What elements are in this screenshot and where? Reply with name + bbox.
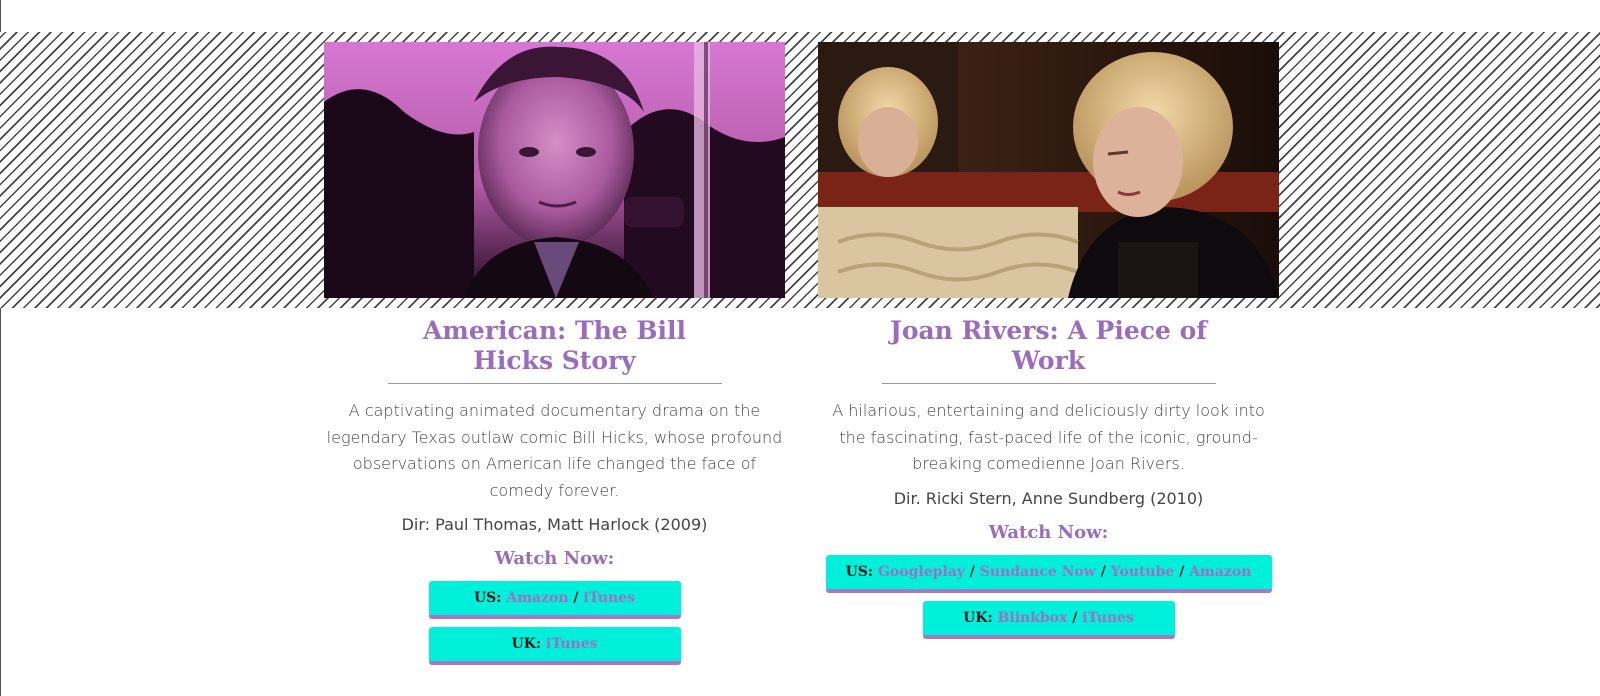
uk-label: UK: — [511, 636, 542, 652]
film-still-bill-hicks[interactable] — [324, 42, 785, 298]
sundance-now-link[interactable]: Sundance Now — [980, 564, 1096, 580]
film-description: A hilarious, entertaining and deliciousl… — [832, 401, 1265, 473]
us-label: US: — [473, 590, 502, 606]
itunes-link[interactable]: iTunes — [546, 636, 598, 652]
film-description: A captivating animated documentary drama… — [326, 401, 783, 500]
film-title[interactable]: Joan Rivers: A Piece of Work — [884, 316, 1214, 376]
film-still-joan-rivers[interactable] — [818, 42, 1279, 298]
link-separator: / — [573, 590, 579, 606]
film-card-joan-rivers: Joan Rivers: A Piece of Work A hilarious… — [818, 316, 1279, 647]
bill-hicks-still-image — [324, 42, 785, 298]
uk-streaming-links: UK: iTunes — [428, 627, 681, 665]
watch-now-heading: Watch Now: — [988, 521, 1109, 543]
watch-now-heading: Watch Now: — [494, 548, 615, 569]
us-label: US: — [845, 563, 874, 580]
us-streaming-links: US: Amazon / iTunes — [428, 581, 681, 619]
link-separator: / — [1179, 563, 1185, 580]
amazon-link[interactable]: Amazon — [506, 590, 568, 606]
film-director: Dir. Ricki Stern, Anne Sundberg (2010) — [893, 488, 1204, 508]
googleplay-link[interactable]: Googleplay — [878, 564, 965, 580]
hatched-banner-background — [0, 32, 1600, 308]
youtube-link[interactable]: Youtube — [1111, 564, 1175, 580]
link-separator: / — [1072, 609, 1078, 626]
link-separator: / — [1100, 563, 1106, 580]
itunes-link[interactable]: iTunes — [583, 590, 635, 606]
blinkbox-link[interactable]: Blinkbox — [998, 610, 1068, 626]
amazon-link[interactable]: Amazon — [1189, 564, 1251, 580]
link-separator: / — [969, 563, 975, 580]
title-divider — [387, 383, 722, 384]
itunes-link[interactable]: iTunes — [1082, 610, 1134, 626]
uk-label: UK: — [963, 609, 993, 626]
film-director: Dir: Paul Thomas, Matt Harlock (2009) — [401, 515, 708, 534]
uk-streaming-links: UK: Blinkbox / iTunes — [922, 600, 1175, 639]
title-divider — [881, 383, 1216, 384]
film-title[interactable]: American: The Bill Hicks Story — [385, 316, 725, 376]
film-card-bill-hicks: American: The Bill Hicks Story A captiva… — [324, 316, 785, 673]
joan-rivers-still-image — [818, 42, 1279, 298]
us-streaming-links: US: Googleplay / Sundance Now / Youtube … — [825, 554, 1272, 593]
